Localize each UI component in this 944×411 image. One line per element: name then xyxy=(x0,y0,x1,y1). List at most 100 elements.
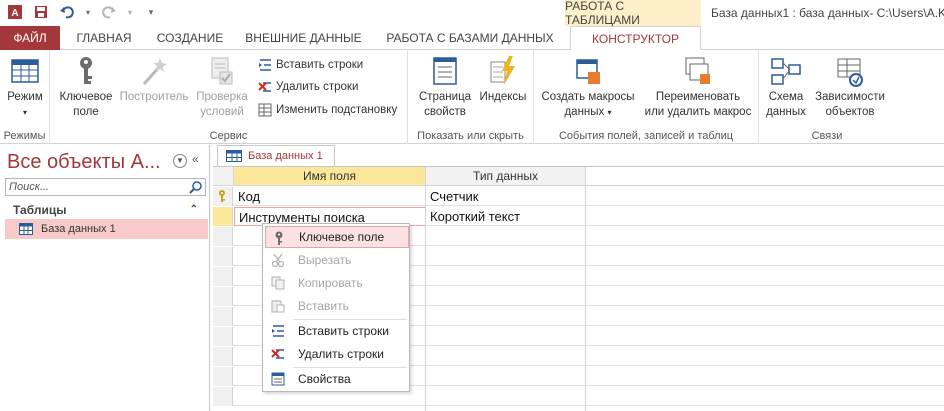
rename-delete-macro-label-2: или удалить макрос xyxy=(644,106,752,118)
validation-rules-icon xyxy=(211,57,233,85)
tab-file[interactable]: ФАЙЛ xyxy=(0,26,60,50)
table-tools-context-label: РАБОТА С ТАБЛИЦАМИ xyxy=(565,0,701,27)
delete-rows-label: Удалить строки xyxy=(276,81,359,93)
customize-qat-icon[interactable]: ▾ xyxy=(142,3,160,21)
primary-key-label-2: поле xyxy=(73,106,99,118)
row-selector[interactable] xyxy=(213,267,233,286)
lightning-icon xyxy=(490,56,515,85)
delete-rows-button[interactable]: Удалить строки xyxy=(258,77,358,97)
column-header-description[interactable] xyxy=(586,167,944,186)
paste-icon xyxy=(271,300,285,313)
tab-external-data[interactable]: ВНЕШНИЕ ДАННЫЕ xyxy=(232,26,375,50)
insert-rows-icon xyxy=(259,59,271,71)
table-row[interactable]: Код Счетчик xyxy=(213,187,944,206)
column-divider xyxy=(425,167,426,411)
nav-search-placeholder: Поиск... xyxy=(9,181,50,193)
tab-create[interactable]: СОЗДАНИЕ xyxy=(148,26,232,50)
create-data-macros-button[interactable]: Создать макросы данных ▾ xyxy=(538,54,638,120)
field-name-cell[interactable]: Код xyxy=(234,187,426,206)
menu-item-cut[interactable]: Вырезать xyxy=(265,249,409,271)
data-type-cell[interactable]: Короткий текст xyxy=(426,207,586,226)
nav-item-table[interactable]: База данных 1 xyxy=(5,219,208,239)
row-selector[interactable] xyxy=(213,207,233,226)
relationships-button[interactable]: Схема данных xyxy=(763,54,809,120)
grid-corner[interactable] xyxy=(213,167,234,186)
rename-macro-icon xyxy=(685,57,710,84)
search-icon[interactable] xyxy=(189,180,203,194)
nav-menu-dropdown-icon[interactable]: ▼ xyxy=(173,154,187,168)
property-sheet-button[interactable]: Страница свойств xyxy=(414,54,476,120)
menu-item-paste[interactable]: Вставить xyxy=(265,295,409,317)
rename-delete-macro-button[interactable]: Переименовать или удалить макрос xyxy=(640,54,756,120)
nav-search-input[interactable]: Поиск... xyxy=(5,178,206,196)
nav-shutter-icon[interactable]: « xyxy=(192,152,199,166)
row-selector[interactable] xyxy=(213,247,233,266)
collapse-up-icon[interactable]: ⌃ xyxy=(190,201,198,219)
row-selector[interactable] xyxy=(213,327,233,346)
access-logo-icon[interactable]: A xyxy=(6,3,24,21)
modify-lookups-button[interactable]: Изменить подстановку xyxy=(258,100,397,120)
row-selector[interactable] xyxy=(213,367,233,386)
row-selector[interactable] xyxy=(213,287,233,306)
svg-text:A: A xyxy=(11,8,18,19)
row-selector[interactable] xyxy=(213,187,233,206)
view-button[interactable]: Режим ▾ xyxy=(4,54,46,120)
modify-lookups-icon xyxy=(258,103,272,117)
redo-dropdown-icon[interactable]: ▾ xyxy=(126,3,134,21)
menu-item-primary-key[interactable]: Ключевое поле xyxy=(265,226,409,248)
document-tab[interactable]: База данных 1 xyxy=(217,145,335,166)
redo-icon[interactable] xyxy=(100,3,118,21)
view-button-label: Режим xyxy=(7,91,43,103)
menu-item-copy[interactable]: Копировать xyxy=(265,272,409,294)
property-sheet-label-2: свойств xyxy=(424,106,466,118)
indexes-button[interactable]: Индексы xyxy=(476,54,530,105)
menu-item-properties[interactable]: Свойства xyxy=(265,368,409,390)
object-dependencies-button[interactable]: Зависимости объектов xyxy=(809,54,891,120)
data-type-cell[interactable]: Счетчик xyxy=(426,187,586,206)
undo-dropdown-icon[interactable]: ▾ xyxy=(84,3,92,21)
column-header-field-name[interactable]: Имя поля xyxy=(234,167,426,186)
menu-item-label: Свойства xyxy=(298,372,351,386)
object-dependencies-label-1: Зависимости xyxy=(815,91,885,103)
tab-design[interactable]: КОНСТРУКТОР xyxy=(570,26,701,51)
copy-icon xyxy=(271,276,285,290)
nav-pane-title[interactable]: Все объекты А... xyxy=(7,151,161,174)
menu-item-label: Вставить строки xyxy=(298,324,389,338)
row-selector[interactable] xyxy=(213,347,233,366)
insert-rows-button[interactable]: Вставить строки xyxy=(258,55,363,75)
create-macro-icon xyxy=(576,59,600,84)
delete-rows-icon xyxy=(258,82,271,92)
menu-item-delete-rows[interactable]: Удалить строки xyxy=(265,343,409,365)
primary-key-button[interactable]: Ключевое поле xyxy=(56,54,116,120)
magic-wand-icon xyxy=(142,58,167,85)
tab-database-tools[interactable]: РАБОТА С БАЗАМИ ДАННЫХ xyxy=(375,26,565,50)
row-selector[interactable] xyxy=(213,387,233,406)
view-dropdown-icon: ▾ xyxy=(22,108,27,117)
scissors-icon xyxy=(271,253,285,267)
quick-access-toolbar: A ▾ ▾ ▾ xyxy=(6,3,160,21)
builder-button[interactable]: Построитель xyxy=(118,54,190,105)
tab-home[interactable]: ГЛАВНАЯ xyxy=(60,26,148,50)
modify-lookups-label: Изменить подстановку xyxy=(276,104,398,116)
test-validation-button[interactable]: Проверка условий xyxy=(190,54,254,120)
test-validation-label-1: Проверка xyxy=(196,91,248,103)
save-icon[interactable] xyxy=(32,3,50,21)
create-data-macros-label-2: данных ▾ xyxy=(564,106,612,118)
menu-item-insert-rows[interactable]: Вставить строки xyxy=(265,320,409,342)
menu-item-label: Ключевое поле xyxy=(299,230,385,244)
row-selector[interactable] xyxy=(213,227,233,246)
group-label-events: События полей, записей и таблиц xyxy=(558,130,734,142)
title-bar: A ▾ ▾ ▾ РАБОТА С ТАБЛИЦАМИ База данных1 … xyxy=(0,0,944,27)
group-label-show-hide: Показать или скрыть xyxy=(417,130,524,142)
column-header-data-type[interactable]: Тип данных xyxy=(426,167,586,186)
insert-rows-icon xyxy=(272,325,284,337)
nav-category-tables[interactable]: Таблицы ⌃ xyxy=(5,201,206,219)
group-relations: Схема данных Зависимости объектов Связи xyxy=(759,50,895,144)
relationships-label-1: Схема xyxy=(768,91,804,103)
undo-icon[interactable] xyxy=(58,3,76,21)
row-selector[interactable] xyxy=(213,307,233,326)
rename-delete-macro-label-1: Переименовать xyxy=(655,91,741,103)
table-icon xyxy=(226,150,242,162)
table-icon xyxy=(19,223,33,235)
window-title: База данных1 : база данных- C:\Users\A.K… xyxy=(711,6,944,20)
